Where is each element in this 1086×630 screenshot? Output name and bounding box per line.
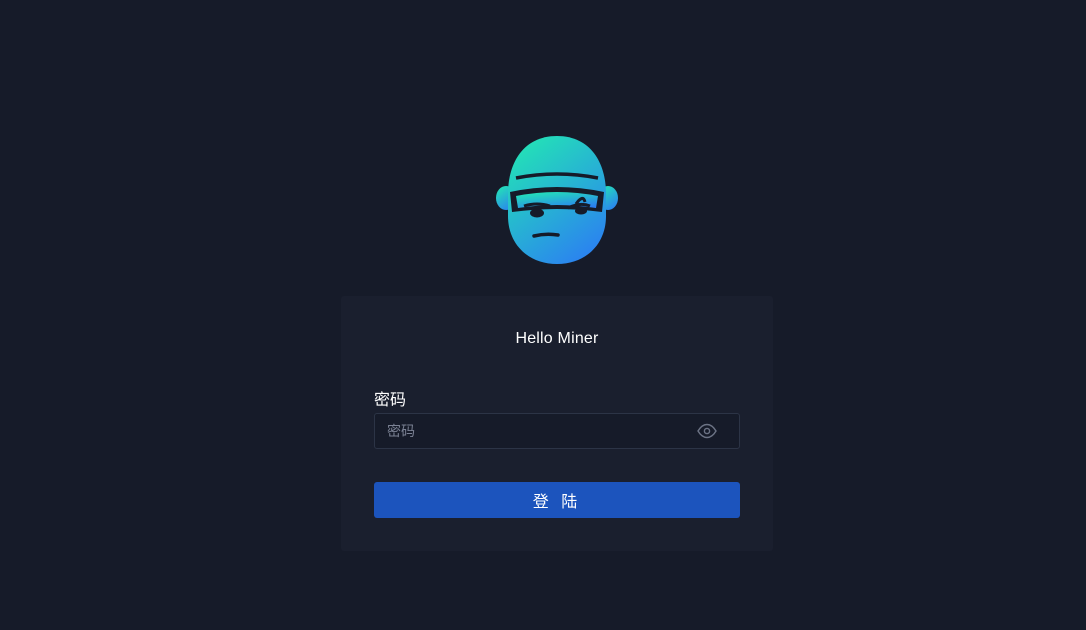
eye-icon[interactable] [697,423,717,439]
miner-mascot-icon [496,136,618,264]
password-field [374,413,740,449]
password-label: 密码 [374,392,407,409]
card-title: Hello Miner [515,330,599,347]
login-button[interactable]: 登 陆 [374,482,740,518]
login-page: Hello Miner 密码 登 陆 [0,0,1086,630]
login-card: Hello Miner 密码 登 陆 [341,296,773,551]
password-input[interactable] [375,414,685,448]
